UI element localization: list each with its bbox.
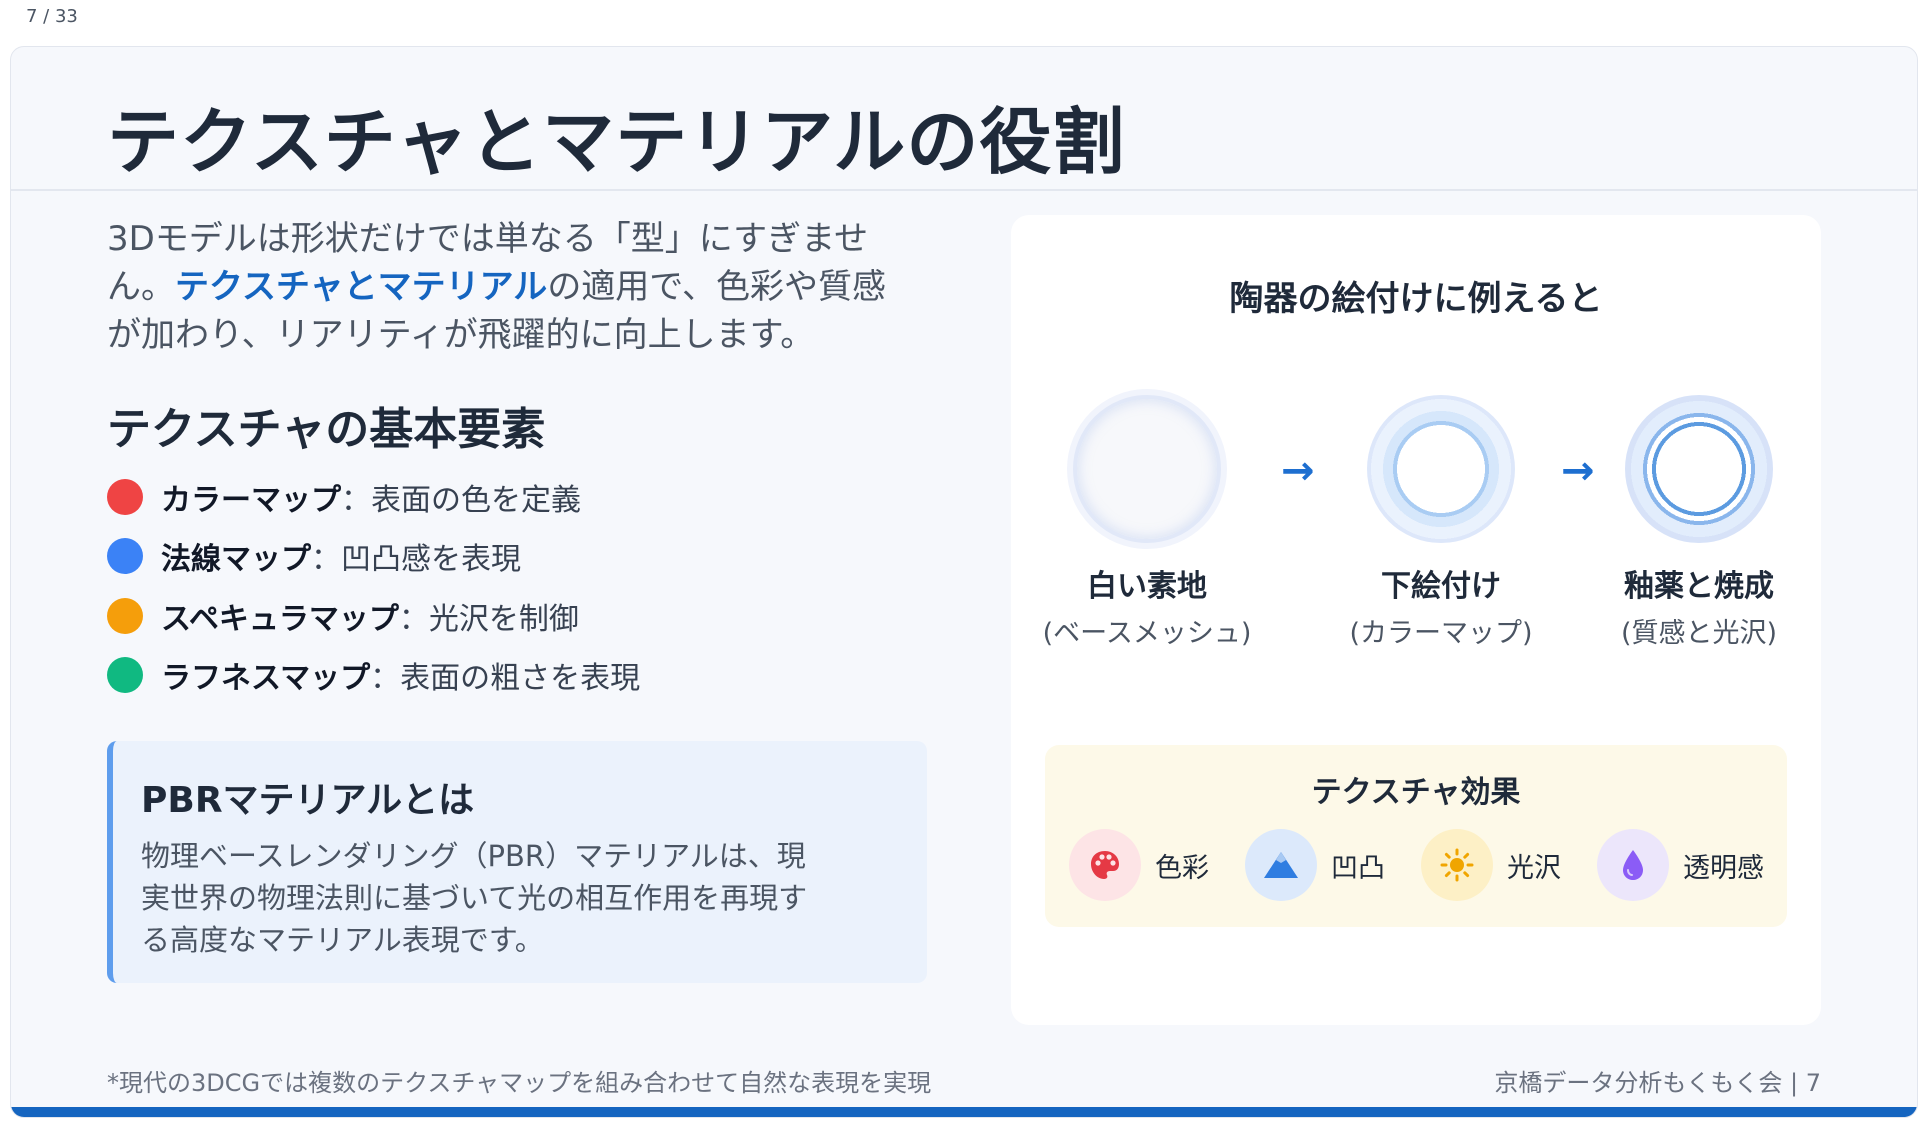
effect-label: 凹凸: [1331, 852, 1385, 884]
effect-label: 色彩: [1155, 852, 1209, 884]
texture-name: スペキュラマップ: [161, 601, 399, 637]
texture-item-color-map: カラーマップ ： 表面の色を定義: [107, 467, 640, 527]
texture-sep: ：: [341, 482, 371, 518]
page-counter: 7 / 33: [26, 6, 78, 27]
effect-transparency: 透明感: [1597, 829, 1773, 901]
texture-sep: ：: [398, 601, 429, 637]
texture-list: カラーマップ ： 表面の色を定義 法線マップ ： 凹凸感を表現 スペキュラマップ…: [107, 467, 640, 705]
effects-row: 色彩 凹凸 光沢 透明感: [1069, 829, 1773, 901]
texture-item-normal-map: 法線マップ ： 凹凸感を表現: [107, 527, 640, 587]
orange-dot-icon: [107, 597, 143, 634]
texture-item-roughness-map: ラフネスマップ ： 表面の粗さを表現: [107, 646, 640, 706]
pbr-body: 物理ベースレンダリング（PBR）マテリアルは、現実世界の物理法則に基づいて光の相…: [141, 839, 808, 957]
ring-circle-icon: [1367, 395, 1515, 543]
arrow-right-icon: →: [1281, 448, 1315, 494]
intro-highlight: テクスチャとマテリアル: [175, 267, 548, 307]
texture-name: カラーマップ: [161, 482, 341, 518]
effect-bump: 凹凸: [1245, 829, 1421, 901]
texture-name: ラフネスマップ: [161, 661, 371, 697]
mountain-icon: [1245, 829, 1317, 901]
footer-credit: 京橋データ分析もくもく会 | 7: [1494, 1069, 1821, 1097]
stage-sub: (ベースメッシュ): [1042, 618, 1252, 649]
slide-header: テクスチャとマテリアルの役割: [11, 47, 1917, 191]
stage-label: 釉薬と焼成: [1624, 569, 1774, 604]
intro-text: 3Dモデルは形状だけでは単なる「型」にすぎません。テクスチャとマテリアルの適用で…: [107, 215, 907, 359]
analogy-title: 陶器の絵付けに例えると: [1229, 279, 1603, 319]
plain-circle-icon: [1073, 395, 1221, 543]
stage-label: 白い素地: [1087, 569, 1207, 604]
texture-desc: 凹凸感を表現: [341, 542, 521, 578]
texture-name: 法線マップ: [161, 542, 311, 578]
effect-gloss: 光沢: [1421, 829, 1597, 901]
analogy-card: 陶器の絵付けに例えると 白い素地 (ベースメッシュ) → 下絵付け (カラーマッ…: [1011, 215, 1821, 1025]
footnote: *現代の3DCGでは複数のテクスチャマップを組み合わせて自然な表現を実現: [107, 1069, 932, 1097]
texture-desc: 表面の粗さを表現: [400, 661, 641, 697]
red-dot-icon: [107, 478, 143, 515]
stage-underpainting: 下絵付け (カラーマップ): [1331, 395, 1551, 650]
pbr-callout: PBRマテリアルとは 物理ベースレンダリング（PBR）マテリアルは、現実世界の物…: [107, 741, 927, 983]
section-title: テクスチャの基本要素: [107, 404, 546, 455]
texture-desc: 光沢を制御: [428, 601, 579, 637]
effect-color: 色彩: [1069, 829, 1245, 901]
texture-effects-box: テクスチャ効果 色彩 凹凸 光沢 透明感: [1045, 745, 1787, 927]
slide-title: テクスチャとマテリアルの役割: [107, 100, 1126, 184]
sun-icon: [1421, 829, 1493, 901]
effects-title: テクスチャ効果: [1311, 775, 1521, 810]
texture-sep: ：: [311, 542, 341, 578]
palette-icon: [1069, 829, 1141, 901]
stage-white-body: 白い素地 (ベースメッシュ): [1037, 395, 1257, 650]
blue-dot-icon: [107, 538, 143, 575]
green-dot-icon: [107, 657, 143, 694]
texture-sep: ：: [370, 661, 401, 697]
stage-label: 下絵付け: [1381, 569, 1501, 604]
texture-item-specular-map: スペキュラマップ ： 光沢を制御: [107, 586, 640, 646]
effect-label: 光沢: [1507, 852, 1561, 884]
double-ring-circle-icon: [1625, 395, 1773, 543]
slide: テクスチャとマテリアルの役割 3Dモデルは形状だけでは単なる「型」にすぎません。…: [10, 46, 1918, 1118]
stage-glaze-firing: 釉薬と焼成 (質感と光沢): [1589, 395, 1809, 650]
bottom-accent-bar: [11, 1107, 1917, 1117]
pbr-title: PBRマテリアルとは: [141, 780, 475, 821]
texture-desc: 表面の色を定義: [371, 482, 581, 518]
stage-sub: (カラーマップ): [1349, 618, 1533, 649]
droplet-icon: [1597, 829, 1669, 901]
effect-label: 透明感: [1683, 852, 1764, 884]
stage-sub: (質感と光沢): [1620, 618, 1778, 649]
